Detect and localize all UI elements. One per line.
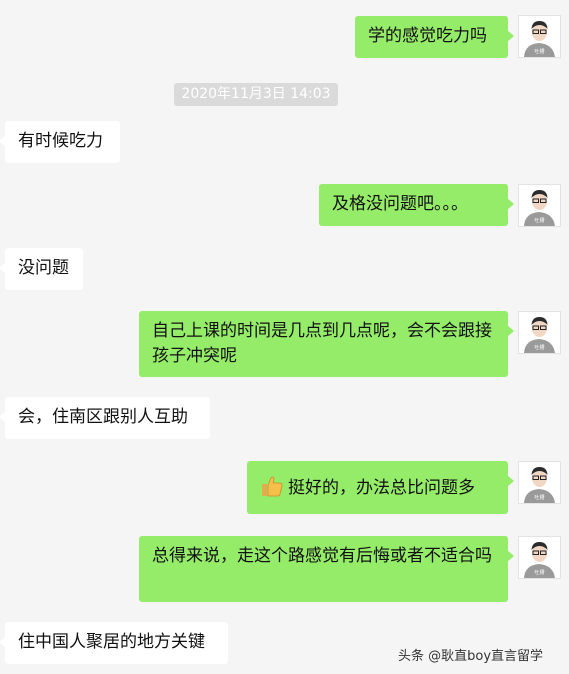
message-bubble-outgoing[interactable]: 学的感觉吃力吗 [355, 16, 514, 58]
avatar[interactable]: 吐槽 [518, 461, 561, 504]
timestamp: 2020年11月3日 14:03 [174, 83, 338, 106]
message-text: 会，住南区跟别人互助 [18, 407, 188, 427]
message-text: 没问题 [18, 258, 69, 278]
svg-text:吐槽: 吐槽 [534, 48, 544, 55]
message-text: 自己上课的时间是几点到几点呢，会不会跟接孩子冲突呢 [152, 321, 492, 366]
avatar-icon: 吐槽 [519, 185, 560, 226]
avatar-icon: 吐槽 [519, 462, 560, 503]
message-text: 挺好的，办法总比问题多 [288, 478, 475, 498]
thumbs-up-icon [260, 474, 284, 506]
message-bubble-incoming[interactable]: 会，住南区跟别人互助 [0, 397, 210, 439]
message-text: 住中国人聚居的地方关键 [18, 632, 205, 652]
message-bubble-incoming[interactable]: 住中国人聚居的地方关键 [0, 622, 228, 664]
message-bubble-outgoing[interactable]: 及格没问题吧。。。 [319, 184, 514, 226]
message-bubble-incoming[interactable]: 没问题 [0, 248, 83, 290]
svg-text:吐槽: 吐槽 [534, 569, 544, 576]
avatar[interactable]: 吐槽 [518, 536, 561, 579]
avatar-icon: 吐槽 [519, 16, 560, 57]
message-text: 有时候吃力 [18, 131, 103, 151]
svg-text:吐槽: 吐槽 [534, 344, 544, 351]
message-bubble-outgoing[interactable]: 自己上课的时间是几点到几点呢，会不会跟接孩子冲突呢 [139, 311, 514, 377]
avatar-icon: 吐槽 [519, 537, 560, 578]
svg-text:吐槽: 吐槽 [534, 217, 544, 224]
svg-text:吐槽: 吐槽 [534, 494, 544, 501]
message-bubble-outgoing[interactable]: 总得来说，走这个路感觉有后悔或者不适合吗 [139, 536, 514, 602]
watermark: 头条 @耿直boy直言留学 [398, 649, 544, 664]
chat-window: 学的感觉吃力吗 吐槽 2020年11月3日 14:03 有时候吃力 及格没问题吧… [0, 0, 569, 674]
avatar[interactable]: 吐槽 [518, 15, 561, 58]
message-bubble-outgoing[interactable]: 挺好的，办法总比问题多 [247, 461, 514, 514]
avatar-icon: 吐槽 [519, 312, 560, 353]
message-text: 总得来说，走这个路感觉有后悔或者不适合吗 [152, 546, 492, 566]
avatar[interactable]: 吐槽 [518, 311, 561, 354]
message-text: 及格没问题吧。。。 [332, 194, 468, 214]
message-text: 学的感觉吃力吗 [368, 26, 487, 46]
avatar[interactable]: 吐槽 [518, 184, 561, 227]
message-bubble-incoming[interactable]: 有时候吃力 [0, 121, 120, 163]
